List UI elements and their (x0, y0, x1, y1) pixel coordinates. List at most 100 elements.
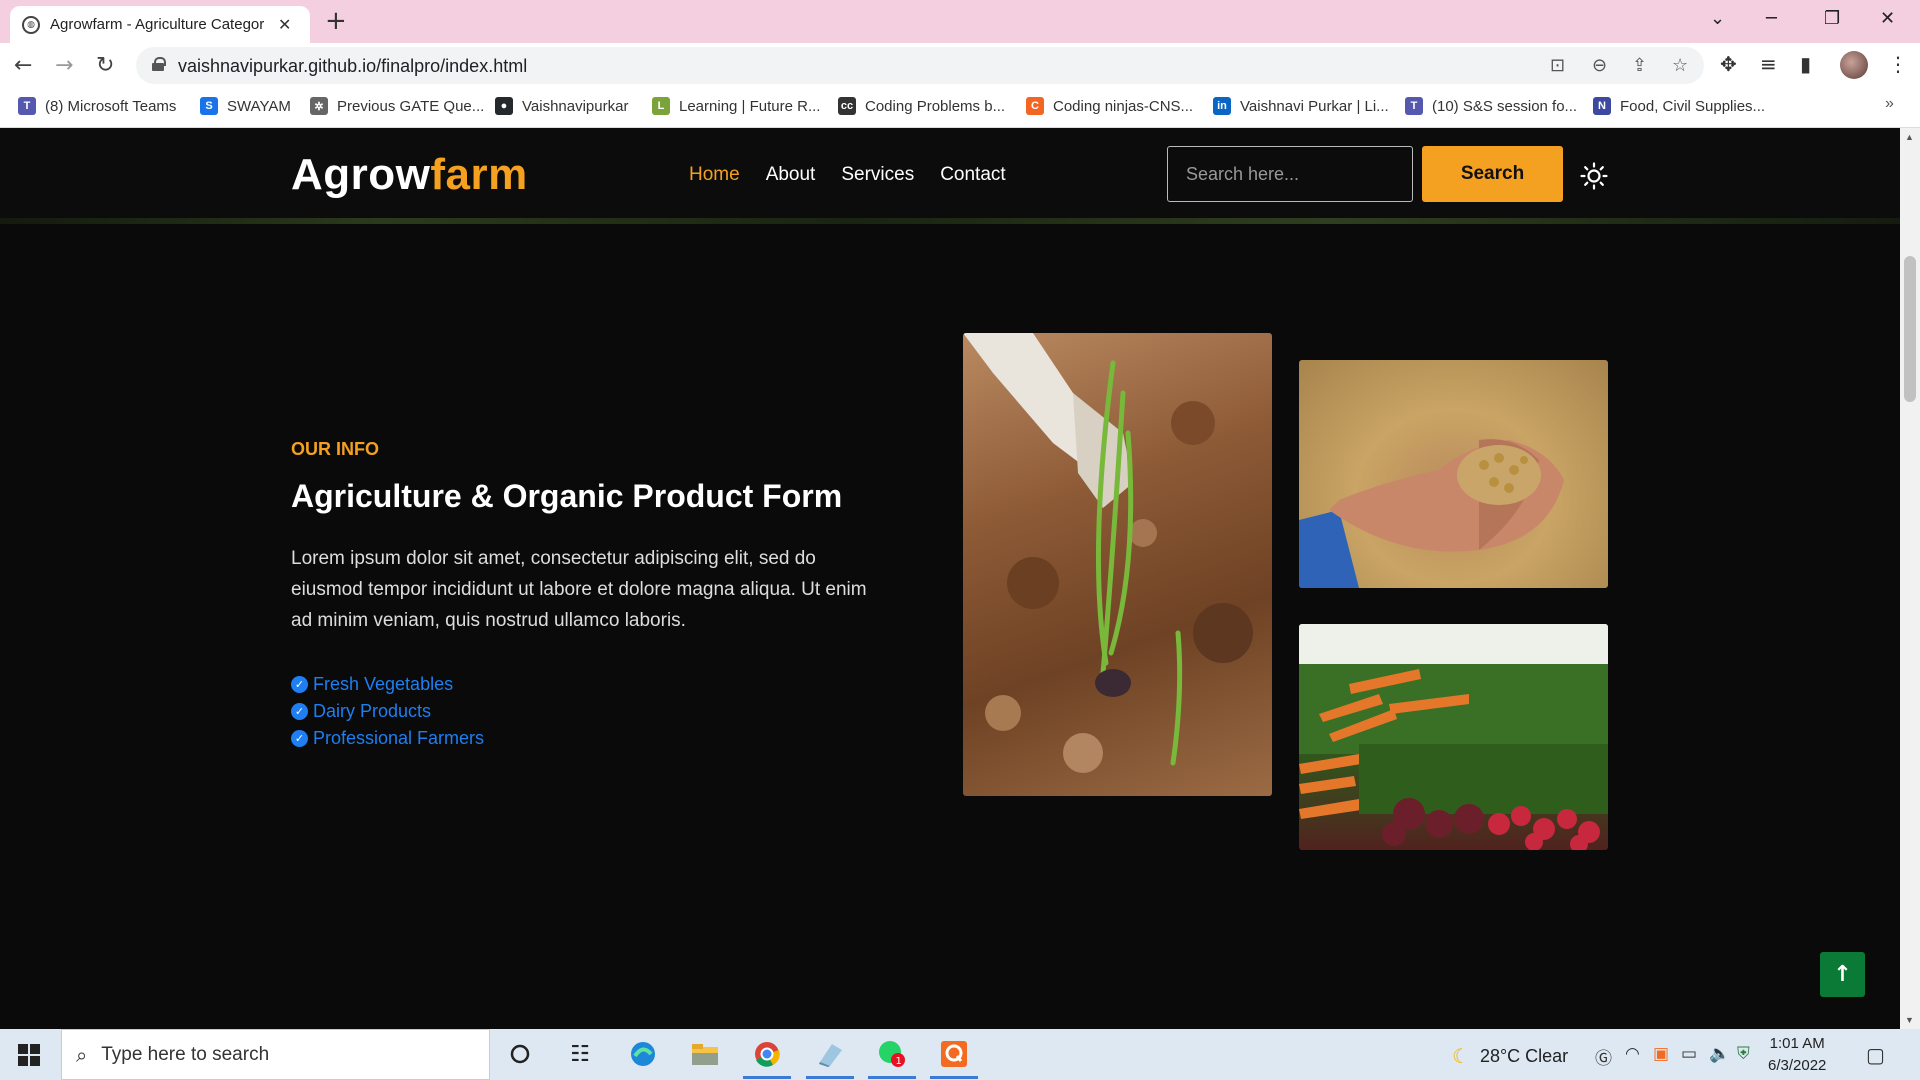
cortana-icon[interactable] (505, 1039, 535, 1069)
new-tab-icon[interactable]: + (325, 6, 347, 36)
media-icon[interactable]: ≡ (1760, 52, 1777, 76)
browser-toolbar: ← → ↻ vaishnavipurkar.github.io/finalpro… (0, 43, 1920, 88)
whatsapp-icon[interactable]: 1 (868, 1039, 916, 1079)
taskbar-search-placeholder: Type here to search (101, 1043, 270, 1065)
photo-grain-hand (1299, 360, 1608, 588)
forward-icon[interactable]: → (55, 53, 73, 78)
svg-text:1: 1 (896, 1056, 902, 1067)
side-panel-icon[interactable]: ▮ (1800, 52, 1811, 76)
bookmark-item[interactable]: T (8) Microsoft Teams (18, 97, 176, 115)
site-logo[interactable]: Agrowfarm (291, 150, 528, 200)
windows-start-icon[interactable] (18, 1044, 40, 1066)
section-description: Lorem ipsum dolor sit amet, consectetur … (291, 548, 867, 631)
search-input[interactable] (1167, 146, 1413, 202)
system-clock[interactable]: 1:01 AM 6/3/2022 (1768, 1033, 1826, 1077)
feature-item: ✓ Professional Farmers (291, 725, 484, 752)
bookmark-label: Coding ninjas-CNS... (1053, 97, 1194, 115)
bookmark-label: Vaishnavi Purkar | Li... (1240, 97, 1389, 115)
restore-icon[interactable]: ❐ (1824, 8, 1840, 29)
main-nav: Home About Services Contact (689, 164, 1006, 186)
reload-icon[interactable]: ↻ (96, 53, 114, 78)
quick-heal-icon[interactable] (930, 1039, 978, 1079)
menu-icon[interactable]: ⋮ (1888, 52, 1908, 76)
photo-planting-soil (963, 333, 1272, 796)
bookmark-item[interactable]: N Food, Civil Supplies... (1593, 97, 1765, 115)
quick-heal-tray-icon[interactable]: ▣ (1653, 1044, 1669, 1064)
notes-app-icon[interactable] (806, 1039, 854, 1079)
task-view-icon[interactable]: ☷ (565, 1039, 595, 1069)
feature-item: ✓ Fresh Vegetables (291, 671, 484, 698)
chrome-taskbar-icon[interactable] (743, 1039, 791, 1079)
nav-link-services[interactable]: Services (841, 164, 914, 186)
weather-widget[interactable]: ☾ 28°C Clear (1452, 1044, 1568, 1068)
bookmark-star-icon[interactable]: ☆ (1672, 55, 1688, 76)
back-icon[interactable]: ← (14, 53, 32, 78)
bookmark-favicon-icon: N (1593, 97, 1611, 115)
translate-icon[interactable]: ⊡ (1550, 55, 1565, 76)
close-tab-icon[interactable]: ✕ (278, 15, 291, 34)
bookmark-item[interactable]: S SWAYAM (200, 97, 291, 115)
bookmark-label: Food, Civil Supplies... (1620, 97, 1766, 115)
security-icon[interactable]: ⛨ (1737, 1044, 1750, 1064)
scrollbar-thumb[interactable] (1904, 256, 1916, 402)
scroll-down-icon[interactable]: ▼ (1905, 1015, 1914, 1025)
bookmark-favicon-icon: ● (495, 97, 513, 115)
tab-title: Agrowfarm - Agriculture Categor (50, 16, 265, 33)
feature-item: ✓ Dairy Products (291, 698, 484, 725)
wifi-icon[interactable]: ◠ (1625, 1044, 1640, 1064)
bookmarks-bar: T (8) Microsoft Teams S SWAYAM ✲ Previous GAT… (0, 88, 1920, 128)
web-page: Agrowfarm Home About Services Contact Searc… (0, 128, 1900, 1029)
minimize-icon[interactable]: ─ (1766, 8, 1777, 29)
page-scrollbar[interactable]: ▲ ▼ (1900, 128, 1920, 1029)
share-icon[interactable]: ⇪ (1632, 55, 1647, 76)
file-explorer-icon[interactable] (690, 1039, 720, 1069)
magnifier-icon: ⌕ (76, 1042, 88, 1067)
clock-date: 6/3/2022 (1768, 1057, 1827, 1074)
sun-icon[interactable] (1580, 162, 1608, 190)
nav-link-contact[interactable]: Contact (940, 164, 1005, 186)
logo-part1: Agrow (291, 150, 431, 199)
bookmark-favicon-icon: in (1213, 97, 1231, 115)
bookmark-label: (8) Microsoft Teams (45, 97, 177, 115)
bookmark-favicon-icon: T (18, 97, 36, 115)
close-window-icon[interactable]: ✕ (1880, 8, 1895, 29)
volume-icon[interactable]: 🔈 (1709, 1044, 1730, 1064)
battery-icon[interactable]: ▭ (1681, 1044, 1697, 1064)
bookmark-favicon-icon: T (1405, 97, 1423, 115)
clock-time: 1:01 AM (1769, 1035, 1825, 1052)
search-button[interactable]: Search (1422, 146, 1563, 202)
bookmark-item[interactable]: cc Coding Problems b... (838, 97, 1005, 115)
photo-vegetables (1299, 624, 1608, 850)
bookmark-item[interactable]: ✲ Previous GATE Que... (310, 97, 484, 115)
feature-label: Dairy Products (313, 701, 432, 721)
bookmark-label: (10) S&S session fo... (1432, 97, 1578, 115)
nav-link-home[interactable]: Home (689, 164, 740, 186)
weather-text: 28°C Clear (1479, 1045, 1569, 1066)
browser-tab[interactable]: ◍ Agrowfarm - Agriculture Categor ✕ (10, 6, 310, 43)
bookmark-item[interactable]: C Coding ninjas-CNS... (1026, 97, 1193, 115)
tab-search-icon[interactable]: ⌄ (1710, 8, 1725, 29)
address-bar[interactable]: vaishnavipurkar.github.io/finalpro/index… (136, 47, 1704, 84)
bookmark-item[interactable]: L Learning | Future R... (652, 97, 820, 115)
profile-avatar[interactable] (1840, 51, 1868, 79)
bookmark-item[interactable]: T (10) S&S session fo... (1405, 97, 1577, 115)
bookmark-item[interactable]: ● Vaishnavipurkar (495, 97, 628, 115)
extensions-icon[interactable]: ✥ (1720, 52, 1737, 76)
zoom-icon[interactable]: ⊖ (1592, 55, 1607, 76)
nav-link-about[interactable]: About (766, 164, 816, 186)
site-header: Agrowfarm Home About Services Contact Searc… (0, 128, 1900, 224)
logo-part2: farm (430, 150, 528, 199)
check-circle-icon: ✓ (291, 703, 308, 720)
taskbar-search-box[interactable]: ⌕ Type here to search (61, 1029, 490, 1080)
notification-icon[interactable]: ▢ (1866, 1043, 1885, 1067)
url-text[interactable]: vaishnavipurkar.github.io/finalpro/index… (178, 56, 527, 77)
more-bookmarks-icon[interactable]: » (1885, 95, 1894, 113)
back-to-top-button[interactable]: ↑ (1820, 952, 1865, 997)
globe-icon: ◍ (22, 15, 40, 34)
tab-strip: ◍ Agrowfarm - Agriculture Categor ✕ + ⌄ … (0, 0, 1920, 43)
grammarly-tray-icon[interactable]: Ⓖ (1595, 1044, 1612, 1069)
bookmark-item[interactable]: in Vaishnavi Purkar | Li... (1213, 97, 1389, 115)
edge-icon[interactable] (628, 1039, 658, 1069)
scroll-up-icon[interactable]: ▲ (1905, 132, 1914, 142)
windows-taskbar: ⌕ Type here to search ☷ 1 ☾ 28°C Clear Ⓖ… (0, 1029, 1920, 1080)
